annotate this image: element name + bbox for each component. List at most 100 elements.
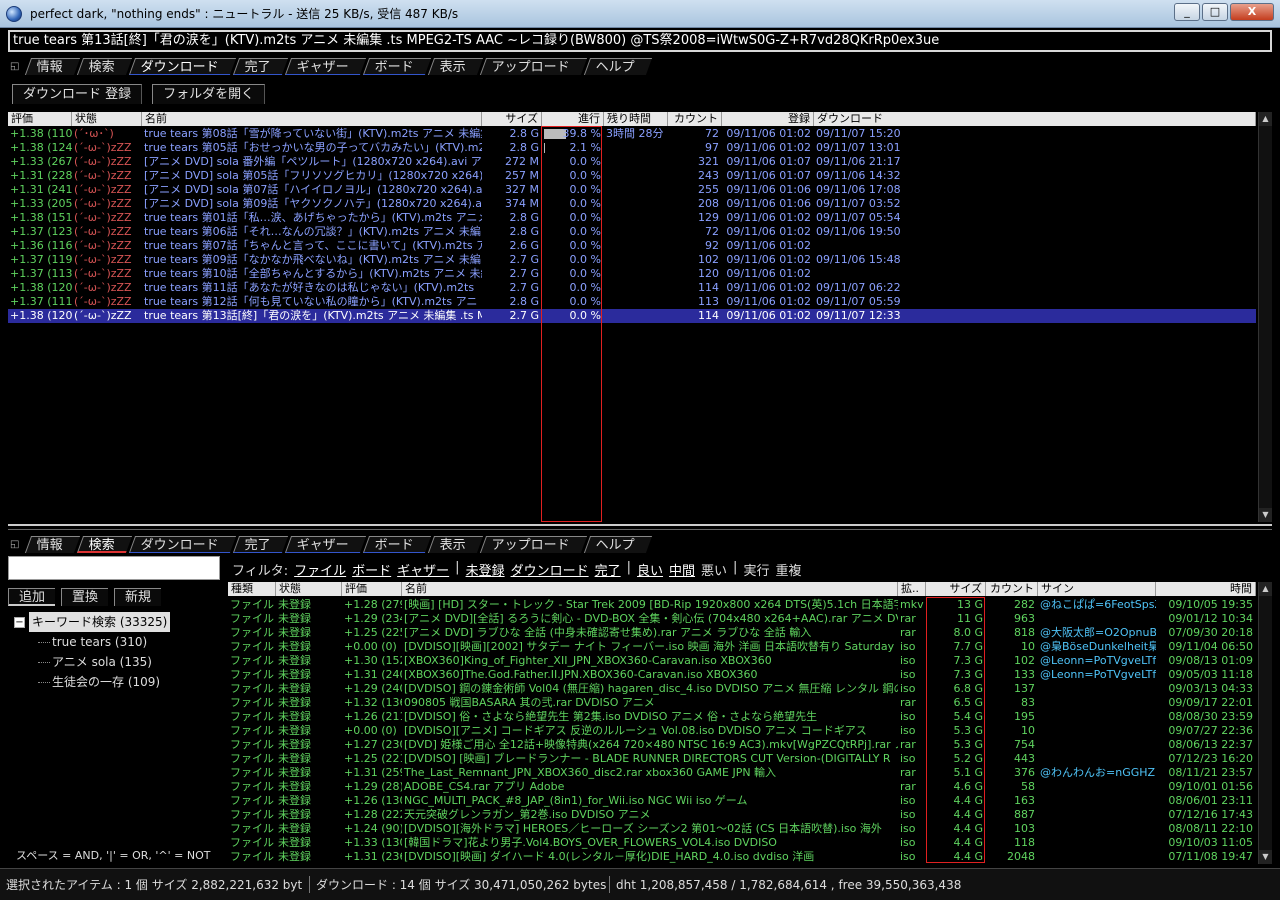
result-row[interactable]: ファイル未登録 +1.32 (136)090805 戦国BASARA 其の弐.ra… <box>228 696 1256 710</box>
download-row[interactable]: +1.37 (119) (´-ω-`)zZZ true tears 第09話「なかな… <box>8 253 1256 267</box>
result-row[interactable]: ファイル未登録 +1.29 (240)[DVDISO] 鋼の錬金術師 Vol04 … <box>228 682 1256 696</box>
col-rating[interactable]: 評価 <box>8 112 72 126</box>
col-name[interactable]: 名前 <box>402 582 898 596</box>
tab-complete[interactable]: 完了 <box>232 535 289 553</box>
download-row[interactable]: +1.37 (123) (´-ω-`)zZZ true tears 第06話「それ…… <box>8 225 1256 239</box>
result-row[interactable]: ファイル未登録 +1.25 (225)[アニメ DVD] ラブひな 全話 (中身未… <box>228 626 1256 640</box>
scroll-down-icon[interactable]: ▼ <box>1259 508 1272 522</box>
search-results-list[interactable]: ファイル未登録+1.28 (279)[映画] [HD] スター・トレック - S… <box>228 598 1256 864</box>
download-row[interactable]: +1.33 (205) (´-ω-`)zZZ [アニメ DVD] sola 第09話… <box>8 197 1256 211</box>
result-row[interactable]: ファイル未登録 +1.30 (152)[XBOX360]King_of_Fight… <box>228 654 1256 668</box>
download-row[interactable]: +1.38 (110) (´･ω･`) true tears 第08話「雪が降ってい… <box>8 127 1256 141</box>
download-row[interactable]: +1.37 (111) (´-ω-`)zZZ true tears 第12話「何も見… <box>8 295 1256 309</box>
pin-icon[interactable]: ◱ <box>10 539 24 550</box>
col-size[interactable]: サイズ <box>926 582 986 596</box>
tab-help[interactable]: ヘルプ <box>584 535 653 553</box>
download-row[interactable]: +1.38 (120) (´-ω-`)zZZ true tears 第11話「あなた… <box>8 281 1256 295</box>
tree-root[interactable]: − キーワード検索 (33325) <box>8 612 222 632</box>
col-sign[interactable]: サイン <box>1038 582 1156 596</box>
filter-option[interactable]: 完了 <box>595 560 621 579</box>
filter-option[interactable]: ファイル <box>294 560 346 579</box>
filter-option[interactable]: ギャザー <box>397 560 449 579</box>
col-type[interactable]: 種類 <box>228 582 276 596</box>
download-row[interactable]: +1.38 (151) (´-ω-`)zZZ true tears 第01話「私…涙… <box>8 211 1256 225</box>
col-state[interactable]: 状態 <box>72 112 142 126</box>
result-row[interactable]: ファイル未登録 +1.26 (211)[DVDISO] 俗・さよなら絶望先生 第2… <box>228 710 1256 724</box>
tab-download[interactable]: ダウンロード <box>128 57 237 75</box>
tab-view[interactable]: 表示 <box>428 535 484 553</box>
download-row[interactable]: +1.31 (228) (´-ω-`)zZZ [アニメ DVD] sola 第05話… <box>8 169 1256 183</box>
minimize-button[interactable]: _ <box>1174 3 1200 21</box>
download-list[interactable]: +1.38 (110) (´･ω･`) true tears 第08話「雪が降ってい… <box>8 127 1256 522</box>
download-row[interactable]: +1.38 (124) (´-ω-`)zZZ true tears 第05話「おせっ… <box>8 141 1256 155</box>
filter-option[interactable]: 未登録 <box>466 560 505 579</box>
download-row[interactable]: +1.38 (120) (´-ω-`)zZZ true tears 第13話[終]「… <box>8 309 1256 323</box>
download-row[interactable]: +1.37 (113) (´-ω-`)zZZ true tears 第10話「全部ち… <box>8 267 1256 281</box>
col-rating[interactable]: 評価 <box>342 582 402 596</box>
result-row[interactable]: ファイル未登録 +1.29 (234)[アニメ DVD][全話] るろうに剣心 -… <box>228 612 1256 626</box>
open-folder-button[interactable]: フォルダを開く <box>152 84 266 104</box>
download-row[interactable]: +1.31 (241) (´-ω-`)zZZ [アニメ DVD] sola 第07話… <box>8 183 1256 197</box>
col-progress[interactable]: 進行 <box>542 112 604 126</box>
result-row[interactable]: ファイル未登録 +1.33 (130)[韓国ドラマ]花より男子.Vol4.BOYS… <box>228 836 1256 850</box>
col-time[interactable]: 時間 <box>1156 582 1256 596</box>
col-name[interactable]: 名前 <box>142 112 482 126</box>
filter-option[interactable]: 実行 <box>743 560 769 579</box>
result-row[interactable]: ファイル 未登録 +0.00 (0) [DVDISO][アニメ] コードギアス 反逆の… <box>228 724 1256 738</box>
filter-option[interactable]: ダウンロード <box>511 560 589 579</box>
filter-option[interactable]: 中間 <box>669 560 695 579</box>
tab-view[interactable]: 表示 <box>428 57 484 75</box>
tree-item-true-tears[interactable]: true tears (310) <box>8 632 222 652</box>
filter-option[interactable]: 重複 <box>775 560 801 579</box>
scroll-up-icon[interactable]: ▲ <box>1259 112 1272 126</box>
result-row[interactable]: ファイル 未登録 +1.29 (28) ADOBE_CS4.rar アプリ Adobe… <box>228 780 1256 794</box>
col-registered[interactable]: 登録 <box>722 112 814 126</box>
download-row[interactable]: +1.36 (116) (´-ω-`)zZZ true tears 第07話「ちゃん… <box>8 239 1256 253</box>
maximize-button[interactable]: □ <box>1202 3 1228 21</box>
result-row[interactable]: ファイル未登録 +1.27 (230)[DVD] 姫様ご用心 全12話+映像特典(… <box>228 738 1256 752</box>
selected-item-title-field[interactable]: true tears 第13話[終]「君の涙を」(KTV).m2ts アニメ 未… <box>8 30 1272 52</box>
new-keyword-button[interactable]: 新規 <box>114 588 162 606</box>
download-row[interactable]: +1.33 (267) (´-ω-`)zZZ [アニメ DVD] sola 番外編「… <box>8 155 1256 169</box>
tab-gather[interactable]: ギャザー <box>284 57 367 75</box>
tab-complete[interactable]: 完了 <box>232 57 289 75</box>
scroll-down-icon[interactable]: ▼ <box>1259 850 1272 864</box>
tab-info[interactable]: 情報 <box>24 57 81 75</box>
tab-download[interactable]: ダウンロード <box>128 535 237 553</box>
result-row[interactable]: ファイル未登録 +1.31 (259)The_Last_Remnant_JPN_X… <box>228 766 1256 780</box>
col-ext[interactable]: 拡.. <box>898 582 926 596</box>
scroll-up-icon[interactable]: ▲ <box>1259 582 1272 596</box>
tree-item-seitokai[interactable]: 生徒会の一存 (109) <box>8 672 222 692</box>
filter-option[interactable]: 良い <box>637 560 663 579</box>
download-list-scrollbar[interactable]: ▲ ▼ <box>1258 112 1272 522</box>
tab-upload[interactable]: アップロード <box>480 535 588 553</box>
tab-board[interactable]: ボード <box>362 535 432 553</box>
filter-option[interactable]: 悪い <box>701 560 727 579</box>
tab-board[interactable]: ボード <box>362 57 432 75</box>
tab-help[interactable]: ヘルプ <box>584 57 653 75</box>
col-download[interactable]: ダウンロード <box>814 112 1256 126</box>
tab-search[interactable]: 検索 <box>76 535 133 553</box>
result-row[interactable]: ファイル未登録 +1.31 (240)[XBOX360]The.God.Fathe… <box>228 668 1256 682</box>
add-keyword-button[interactable]: 追加 <box>8 588 56 606</box>
col-size[interactable]: サイズ <box>482 112 542 126</box>
result-row[interactable]: ファイル未登録 +1.31 (236)[DVDISO][映画] ダイハード 4.0… <box>228 850 1256 864</box>
result-row[interactable]: ファイル 未登録 +0.00 (0) [DVDISO][映画][2002] サタデー … <box>228 640 1256 654</box>
col-remaining[interactable]: 残り時間 <box>604 112 668 126</box>
pin-icon[interactable]: ◱ <box>10 61 24 72</box>
search-results-scrollbar[interactable]: ▲ ▼ <box>1258 582 1272 864</box>
result-row[interactable]: ファイル未登録 +1.28 (222)天元突破グレンラガン_第2巻.iso DVD… <box>228 808 1256 822</box>
tab-gather[interactable]: ギャザー <box>284 535 367 553</box>
keyword-input[interactable] <box>8 556 220 580</box>
result-row[interactable]: ファイル未登録 +1.28 (279)[映画] [HD] スター・トレック - S… <box>228 598 1256 612</box>
col-count[interactable]: カウント <box>668 112 722 126</box>
col-count[interactable]: カウント <box>986 582 1038 596</box>
collapse-icon[interactable]: − <box>14 616 25 628</box>
col-state[interactable]: 状態 <box>276 582 342 596</box>
close-button[interactable]: X <box>1230 3 1274 21</box>
tab-info[interactable]: 情報 <box>24 535 81 553</box>
tab-search[interactable]: 検索 <box>76 57 133 75</box>
pane-splitter[interactable] <box>8 524 1272 530</box>
tree-item-sola[interactable]: アニメ sola (135) <box>8 652 222 672</box>
tab-upload[interactable]: アップロード <box>480 57 588 75</box>
